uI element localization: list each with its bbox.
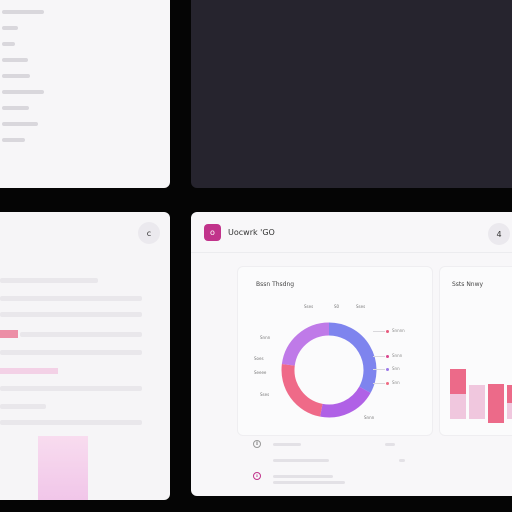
legend-dot-0: [386, 330, 389, 333]
bar-chart: [450, 339, 512, 423]
donut-top-label: Sses: [304, 304, 314, 309]
top-right-dark-panel: [191, 0, 512, 188]
legend-leader: [373, 356, 385, 357]
donut-card-title: Bssn Thsdng: [256, 281, 295, 288]
placeholder-line: [0, 296, 142, 301]
placeholder-line: [0, 278, 98, 283]
header-action-label: 4: [496, 229, 502, 239]
placeholder-line: [0, 420, 142, 425]
dashboard-panel: o Uocwrk 'GO 4 Bssn Thsdng Sses S0 Sses …: [191, 212, 512, 496]
donut-top-label: S0: [334, 304, 340, 309]
legend-label: Snnn: [392, 353, 403, 358]
menu-item[interactable]: [2, 26, 18, 30]
donut-left-label: Seeee: [254, 370, 267, 375]
menu-item[interactable]: [2, 42, 15, 46]
panel-action-button[interactable]: c: [138, 222, 160, 244]
bottom-left-panel: c: [0, 212, 170, 500]
menu-item[interactable]: [2, 90, 44, 94]
donut-left-label: Sses: [260, 392, 270, 397]
donut-left-label: Soes: [254, 356, 264, 361]
menu-item[interactable]: [2, 10, 44, 14]
bar-dark: [450, 369, 466, 395]
row-status-icon: o: [253, 472, 261, 480]
row-status-icon: 0: [253, 440, 261, 448]
header-action-button[interactable]: 4: [488, 223, 510, 245]
bar-dark: [507, 385, 512, 404]
placeholder-line: [0, 312, 142, 317]
bar-card-title: Ssts Nnwy: [452, 281, 484, 288]
bar-light: [469, 385, 485, 419]
legend-label: Snnnn: [392, 328, 405, 333]
panel-action-label: c: [146, 228, 152, 238]
donut-chart: [281, 322, 377, 418]
placeholder-line: [20, 332, 142, 337]
list-row[interactable]: [253, 456, 413, 466]
list-row[interactable]: 0: [253, 440, 413, 450]
donut-top-label: Sses: [356, 304, 366, 309]
legend-leader: [373, 383, 385, 384]
menu-item[interactable]: [2, 58, 28, 62]
placeholder-line: [0, 386, 142, 391]
highlight-bar-light: [0, 368, 58, 374]
top-left-panel: [0, 0, 170, 188]
menu-item[interactable]: [2, 122, 38, 126]
row-text-line: [273, 475, 333, 478]
row-text-line: [273, 443, 301, 446]
row-text-line: [273, 459, 329, 462]
highlight-bar: [0, 330, 18, 338]
donut-chart-card: Bssn Thsdng Sses S0 Sses Snnn Soes Seeee…: [237, 266, 433, 436]
bar-dark: [488, 383, 504, 423]
header-divider: [191, 252, 512, 253]
app-logo-label: o: [210, 228, 215, 237]
app-title: Uocwrk 'GO: [228, 228, 275, 237]
list-row[interactable]: o: [253, 472, 413, 484]
legend-label: Snn: [392, 380, 400, 385]
donut-hole: [295, 336, 363, 404]
bar-chart-card: Ssts Nnwy: [439, 266, 512, 436]
legend-leader: [373, 369, 385, 370]
row-text-line: [385, 443, 395, 446]
placeholder-line: [0, 404, 46, 409]
menu-item[interactable]: [2, 74, 30, 78]
legend-dot-3: [386, 382, 389, 385]
placeholder-line: [0, 350, 142, 355]
legend-label: Snn: [392, 366, 400, 371]
donut-left-label: Snnn: [260, 335, 271, 340]
menu-item[interactable]: [2, 106, 29, 110]
app-logo-icon[interactable]: o: [204, 224, 221, 241]
legend-dot-1: [386, 355, 389, 358]
legend-dot-2: [386, 368, 389, 371]
tall-gradient-bar: [38, 436, 88, 500]
row-text-line: [273, 481, 345, 484]
row-text-line: [399, 459, 405, 462]
menu-item[interactable]: [2, 138, 25, 142]
legend-leader: [373, 331, 385, 332]
